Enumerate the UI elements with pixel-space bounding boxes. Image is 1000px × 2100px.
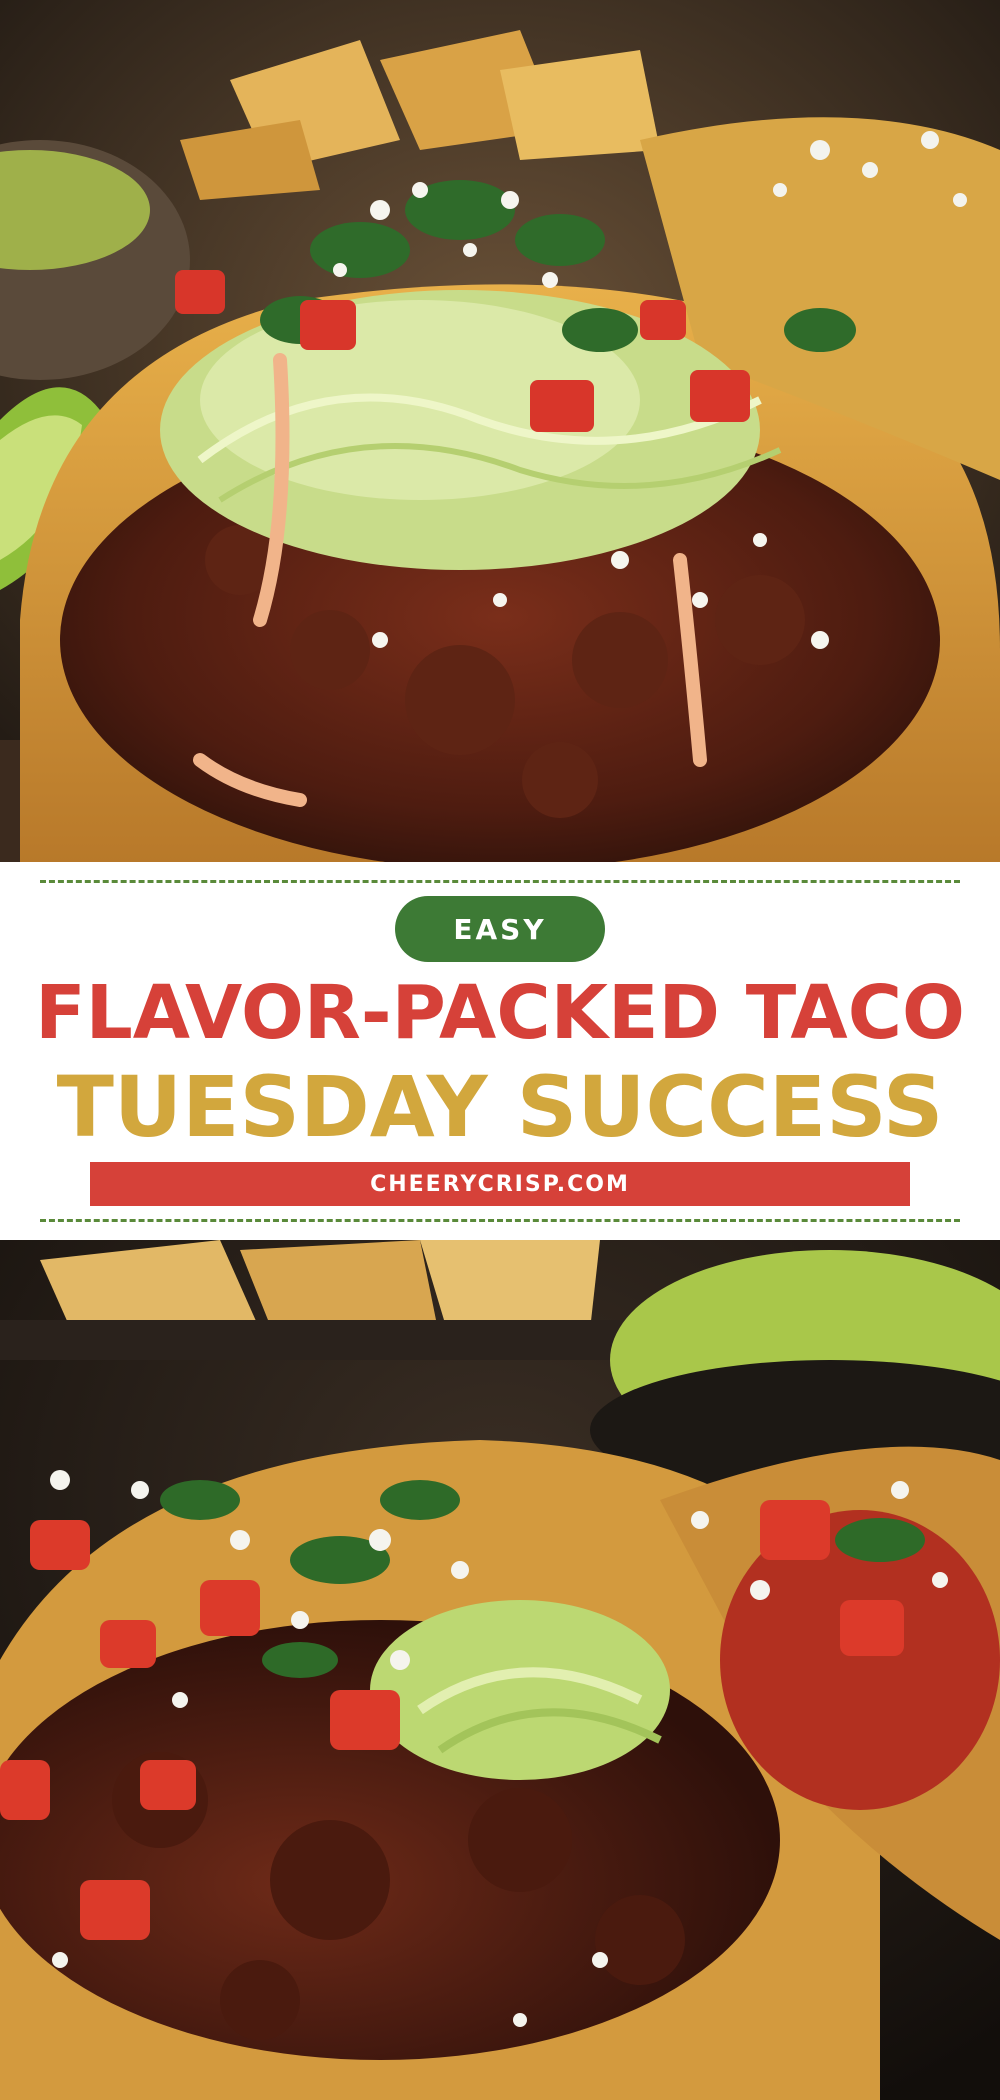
title-banner: EASY FLAVOR-PACKED TACO TUESDAY SUCCESS … — [0, 862, 1000, 1240]
top-taco-photo — [0, 0, 1000, 862]
recipe-title-line-1: FLAVOR-PACKED TACO — [35, 970, 965, 1056]
bottom-taco-photo — [0, 1240, 1000, 2100]
top-taco-illustration — [0, 0, 1000, 862]
shredded-lettuce — [370, 1600, 670, 1780]
website-link[interactable]: CHEERYCRISP.COM — [90, 1162, 910, 1206]
recipe-title-line-2: TUESDAY SUCCESS — [56, 1058, 944, 1156]
tortilla-chips — [0, 1240, 620, 1360]
divider-top — [40, 880, 960, 883]
difficulty-badge: EASY — [395, 896, 605, 962]
bottom-taco-illustration — [0, 1240, 1000, 2100]
divider-bottom — [40, 1219, 960, 1222]
